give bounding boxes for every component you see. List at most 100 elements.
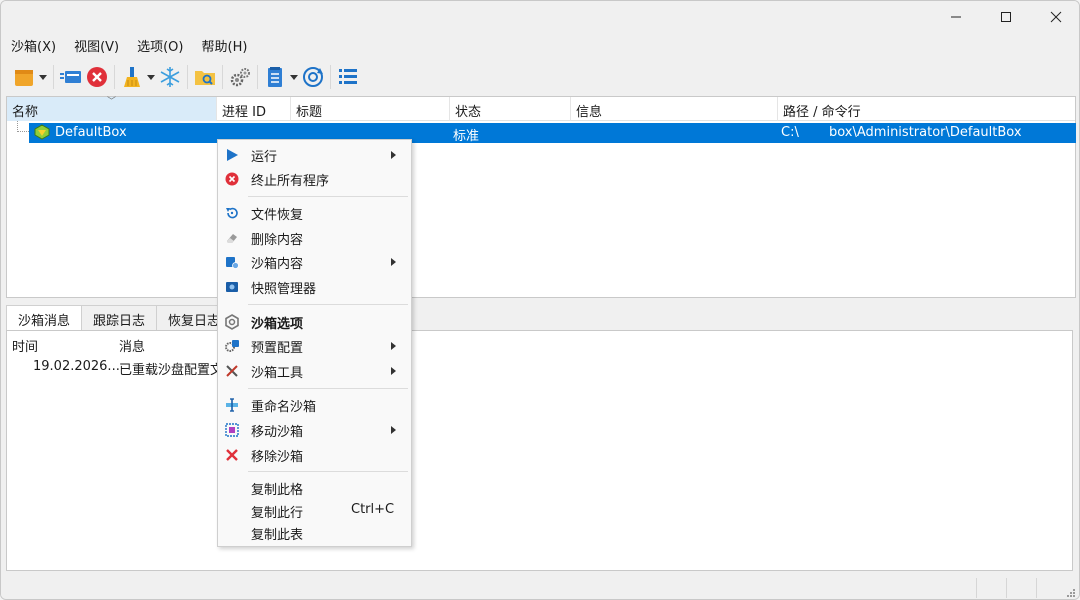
menu-item-delete-content[interactable]: 删除内容	[218, 226, 411, 250]
snapshot-icon	[224, 279, 240, 295]
remove-icon	[224, 447, 240, 463]
menu-divider	[248, 471, 408, 472]
column-header-name[interactable]: 名称 ﹀	[7, 97, 217, 121]
chevron-down-icon[interactable]	[288, 64, 300, 90]
cleanup-icon	[119, 64, 145, 90]
cleanup-button[interactable]	[119, 62, 157, 92]
menu-item-box-tools[interactable]: 沙箱工具	[218, 359, 411, 383]
menu-sandbox[interactable]: 沙箱(X)	[1, 34, 65, 56]
menu-options[interactable]: 选项(O)	[128, 34, 192, 56]
log-time: 19.02.2026...	[33, 359, 120, 374]
sort-chevron-icon: ﹀	[107, 97, 117, 107]
menu-view[interactable]: 视图(V)	[65, 34, 128, 56]
menu-item-run[interactable]: 运行	[218, 143, 411, 167]
sandbox-icon	[34, 124, 50, 144]
chevron-down-icon[interactable]	[37, 64, 49, 90]
menu-item-shortcut: Ctrl+C	[351, 502, 395, 517]
message-log[interactable]: 时间 消息 19.02.2026... 已重载沙盘配置文	[6, 330, 1073, 571]
play-icon	[224, 147, 240, 163]
show-window-button[interactable]	[58, 62, 84, 92]
sandbox-list[interactable]: 名称 ﹀ 进程 ID 标题 状态 信息 路径 / 命令行 DefaultBox …	[6, 96, 1076, 298]
toolbar-divider	[187, 65, 188, 89]
menu-item-box-content[interactable]: 沙箱内容	[218, 250, 411, 274]
menu-item-label: 移除沙箱	[251, 450, 304, 465]
menu-help[interactable]: 帮助(H)	[193, 34, 257, 56]
log-column-message[interactable]: 消息	[119, 336, 145, 355]
table-row[interactable]: DefaultBox 标准 C:\ box\Administrator\Defa…	[29, 123, 1076, 144]
terminate-all-button[interactable]	[84, 62, 110, 92]
list-view-button[interactable]	[335, 62, 361, 92]
column-header-status[interactable]: 状态	[450, 97, 571, 121]
status-divider	[1006, 578, 1007, 598]
menu-item-label: 文件恢复	[251, 208, 304, 223]
tab-sandbox-messages[interactable]: 沙箱消息	[6, 305, 83, 332]
submenu-arrow-icon	[391, 426, 396, 434]
menu-item-rename-box[interactable]: 重命名沙箱	[218, 393, 411, 417]
menu-item-label: 移动沙箱	[251, 425, 304, 440]
explore-button[interactable]	[192, 62, 218, 92]
log-icon	[262, 64, 288, 90]
resize-grip-icon[interactable]	[1065, 587, 1077, 599]
menu-bar: 沙箱(X) 视图(V) 选项(O) 帮助(H)	[1, 34, 256, 56]
sandbox-path: box\Administrator\DefaultBox	[829, 125, 1022, 140]
menu-item-label: 沙箱选项	[251, 317, 304, 332]
submenu-arrow-icon	[391, 342, 396, 350]
menu-item-snapshot-manager[interactable]: 快照管理器	[218, 275, 411, 299]
refresh-icon	[300, 64, 326, 90]
close-button[interactable]	[1031, 1, 1079, 33]
refresh-button[interactable]	[300, 62, 326, 92]
list-header: 名称 ﹀ 进程 ID 标题 状态 信息 路径 / 命令行	[7, 97, 1075, 121]
menu-item-move-box[interactable]: 移动沙箱	[218, 418, 411, 442]
app-window: 沙箱(X) 视图(V) 选项(O) 帮助(H) 名称 ﹀ 进程 ID 标题 状态…	[0, 0, 1080, 600]
column-header-path[interactable]: 路径 / 命令行	[778, 97, 1075, 121]
menu-item-label: 删除内容	[251, 233, 304, 248]
minimize-button[interactable]	[931, 1, 981, 33]
eraser-icon	[224, 230, 240, 246]
tab-trace-log[interactable]: 跟踪日志	[81, 305, 158, 331]
chevron-down-icon[interactable]	[145, 64, 157, 90]
menu-item-label: 预置配置	[251, 341, 304, 356]
menu-item-copy-row[interactable]: 复制此行 Ctrl+C	[218, 499, 411, 523]
minimize-icon	[951, 16, 961, 18]
context-menu: 运行 终止所有程序 文件恢复 删除内容 沙箱内容 快照管理器 沙箱选项 预置配置…	[217, 139, 412, 547]
log-column-time[interactable]: 时间	[12, 336, 38, 355]
toolbar	[1, 59, 1079, 95]
menu-item-presets[interactable]: 预置配置	[218, 334, 411, 358]
move-icon	[224, 422, 240, 438]
freeze-button[interactable]	[157, 62, 183, 92]
preset-icon	[224, 338, 240, 354]
column-header-info[interactable]: 信息	[571, 97, 778, 121]
menu-item-recover-files[interactable]: 文件恢复	[218, 201, 411, 225]
status-divider	[976, 578, 977, 598]
log-button[interactable]	[262, 62, 300, 92]
sandbox-path-prefix: C:\	[781, 125, 799, 140]
folder-search-icon	[192, 64, 218, 90]
menu-item-copy-cell[interactable]: 复制此格	[218, 476, 411, 500]
column-header-title[interactable]: 标题	[291, 97, 450, 121]
menu-item-label: 快照管理器	[251, 282, 317, 297]
menu-divider	[248, 388, 408, 389]
menu-item-label: 终止所有程序	[251, 174, 330, 189]
toolbar-divider	[257, 65, 258, 89]
maximize-button[interactable]	[981, 1, 1031, 33]
new-box-button[interactable]	[11, 62, 49, 92]
menu-divider	[248, 196, 408, 197]
menu-divider	[248, 304, 408, 305]
snowflake-icon	[157, 64, 183, 90]
toolbar-divider	[330, 65, 331, 89]
menu-item-box-options[interactable]: 沙箱选项	[218, 310, 411, 334]
menu-item-copy-table[interactable]: 复制此表	[218, 521, 411, 545]
menu-item-label: 沙箱工具	[251, 366, 304, 381]
submenu-arrow-icon	[391, 258, 396, 266]
menu-item-terminate-all[interactable]: 终止所有程序	[218, 167, 411, 191]
menu-item-label: 重命名沙箱	[251, 400, 317, 415]
menu-item-label: 复制此格	[251, 483, 304, 498]
status-divider	[1036, 578, 1037, 598]
column-header-pid[interactable]: 进程 ID	[217, 97, 291, 121]
status-bar	[1, 575, 1079, 599]
maximize-icon	[1001, 12, 1011, 22]
toolbar-divider	[114, 65, 115, 89]
menu-item-remove-box[interactable]: 移除沙箱	[218, 443, 411, 467]
settings-button[interactable]	[227, 62, 253, 92]
sandbox-name: DefaultBox	[55, 125, 127, 140]
